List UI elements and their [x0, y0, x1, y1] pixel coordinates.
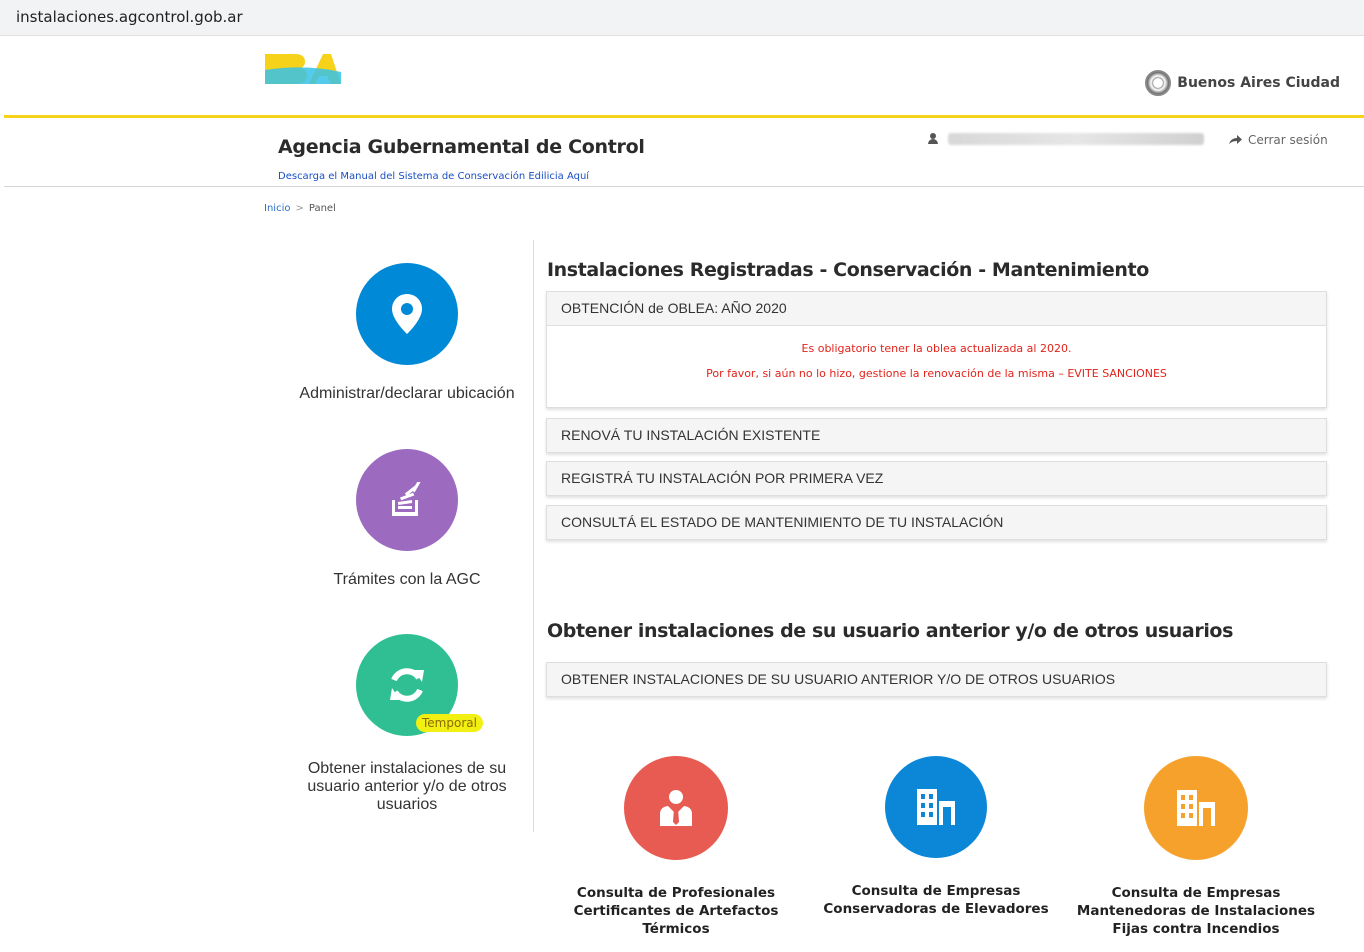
building-icon [917, 789, 955, 825]
notice-line-1: Es obligatorio tener la oblea actualizad… [801, 342, 1072, 355]
breadcrumb-current: Panel [308, 203, 336, 214]
sidebar-item-tramites[interactable]: Trámites con la AGC [280, 449, 534, 589]
professional-icon [660, 790, 692, 826]
option-renova-label: RENOVÁ TU INSTALACIÓN EXISTENTE [561, 427, 821, 443]
temporal-badge: Temporal [416, 714, 483, 732]
url-text[interactable]: instalaciones.agcontrol.gob.ar [16, 8, 243, 26]
stack-icon [392, 482, 421, 516]
user-name-redacted [948, 133, 1204, 145]
browser-url-bar[interactable]: instalaciones.agcontrol.gob.ar [0, 0, 1364, 36]
card-elevadores[interactable]: Consulta de Empresas Conservadoras de El… [816, 756, 1056, 918]
ba-logo[interactable] [265, 46, 341, 88]
oblea-notice-title[interactable]: OBTENCIÓN de OBLEA: AÑO 2020 [547, 292, 1326, 325]
sidebar-label-obtener: Obtener instalaciones de su usuario ante… [307, 760, 507, 813]
section-title-obtener: Obtener instalaciones de su usuario ante… [547, 620, 1233, 642]
header-bottom-divider [4, 186, 1364, 187]
logout-link[interactable]: Cerrar sesión [1228, 133, 1328, 147]
sidebar-item-obtener[interactable]: Temporal Obtener instalaciones de su usu… [280, 634, 534, 814]
oblea-notice-body: Es obligatorio tener la oblea actualizad… [547, 325, 1326, 407]
option-registra[interactable]: REGISTRÁ TU INSTALACIÓN POR PRIMERA VEZ [546, 461, 1327, 496]
user-menu[interactable] [928, 133, 1204, 145]
sync-icon [390, 668, 424, 702]
card-profesionales[interactable]: Consulta de Profesionales Certificantes … [556, 756, 796, 938]
agency-title: Agencia Gubernamental de Control [278, 136, 645, 158]
city-brand[interactable]: Buenos Aires Ciudad [1145, 70, 1340, 96]
card-profesionales-label: Consulta de Profesionales Certificantes … [573, 885, 779, 937]
option-consulta-estado[interactable]: CONSULTÁ EL ESTADO DE MANTENIMIENTO DE T… [546, 505, 1327, 540]
card-incendios[interactable]: Consulta de Empresas Mantenedoras de Ins… [1076, 756, 1316, 938]
building-icon [1177, 790, 1215, 826]
header-divider [4, 115, 1364, 118]
sidebar-label-tramites: Trámites con la AGC [333, 571, 481, 588]
obtener-circle[interactable]: Temporal [356, 634, 483, 736]
sidebar-item-location[interactable]: Administrar/declarar ubicación [280, 263, 534, 403]
option-renova[interactable]: RENOVÁ TU INSTALACIÓN EXISTENTE [546, 418, 1327, 453]
card-incendios-label: Consulta de Empresas Mantenedoras de Ins… [1076, 885, 1316, 937]
option-registra-label: REGISTRÁ TU INSTALACIÓN POR PRIMERA VEZ [561, 470, 884, 486]
incendios-circle[interactable] [1144, 756, 1248, 860]
notice-line-2: Por favor, si aún no lo hizo, gestione l… [706, 367, 1167, 380]
location-circle[interactable] [356, 263, 458, 365]
manual-download-link[interactable]: Descarga el Manual del Sistema de Conser… [278, 171, 589, 182]
section-title-registradas: Instalaciones Registradas - Conservación… [547, 259, 1149, 281]
oblea-notice-panel: OBTENCIÓN de OBLEA: AÑO 2020 Es obligato… [546, 291, 1327, 408]
map-pin-icon [392, 294, 422, 334]
logout-label: Cerrar sesión [1248, 133, 1328, 147]
option-consulta-estado-label: CONSULTÁ EL ESTADO DE MANTENIMIENTO DE T… [561, 514, 1004, 530]
sidebar-label-location: Administrar/declarar ubicación [299, 385, 515, 402]
elevadores-circle[interactable] [885, 756, 987, 858]
city-seal-icon [1145, 70, 1172, 96]
tramites-circle[interactable] [356, 449, 458, 551]
city-name: Buenos Aires Ciudad [1177, 75, 1340, 91]
breadcrumb-separator: > [295, 203, 304, 214]
user-icon [928, 133, 938, 145]
share-arrow-icon [1229, 135, 1242, 144]
option-obtener-label: OBTENER INSTALACIONES DE SU USUARIO ANTE… [561, 671, 1116, 687]
card-elevadores-label: Consulta de Empresas Conservadoras de El… [823, 883, 1049, 917]
option-obtener-instalaciones[interactable]: OBTENER INSTALACIONES DE SU USUARIO ANTE… [546, 662, 1327, 697]
breadcrumb-home[interactable]: Inicio [264, 203, 290, 214]
breadcrumb: Inicio > Panel [264, 203, 336, 214]
profesionales-circle[interactable] [624, 756, 728, 860]
